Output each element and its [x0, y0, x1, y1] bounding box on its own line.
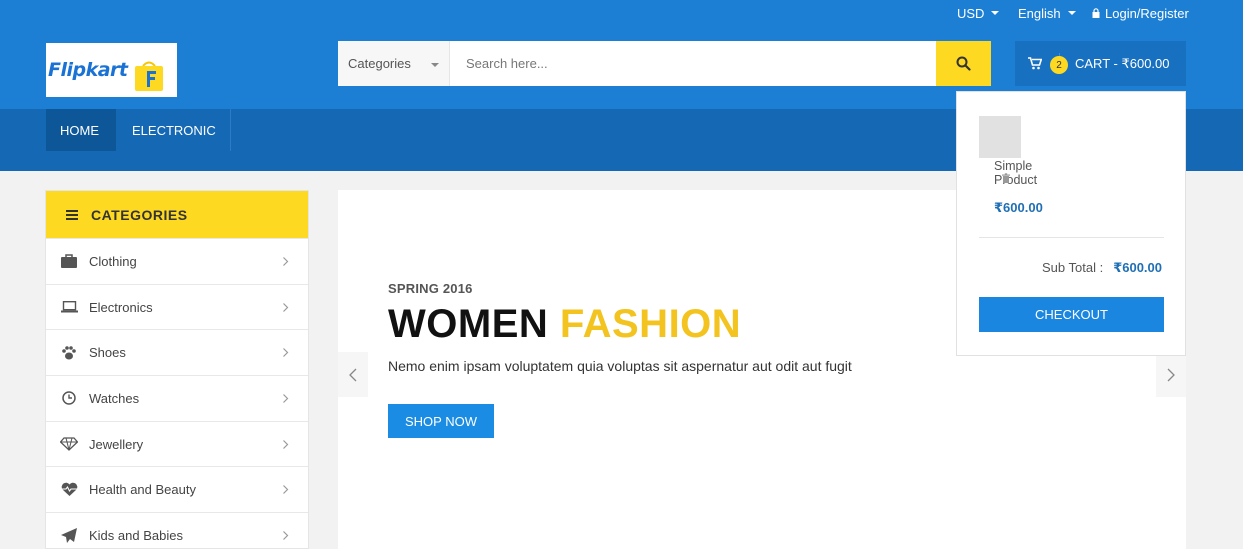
sidebar-item-shoes[interactable]: Shoes	[46, 329, 308, 375]
sidebar-item-label: Health and Beauty	[89, 482, 196, 498]
chevron-right-icon	[283, 394, 289, 403]
clock-icon	[60, 390, 78, 406]
chevron-left-icon	[349, 368, 357, 381]
subtotal-label: Sub Total :	[1041, 260, 1104, 275]
sidebar-item-jewellery[interactable]: Jewellery	[46, 420, 308, 467]
briefcase-icon	[60, 253, 78, 269]
sidebar-item-label: Jewellery	[89, 436, 144, 452]
sidebar-item-label: Shoes	[89, 345, 126, 361]
cart-dropdown: Simple Product ₹600.00 Sub Total : ₹600.0…	[956, 91, 1186, 356]
cart-subtotal: Sub Total : ₹600.00	[1042, 260, 1162, 276]
nav-item-home[interactable]: HOME	[46, 109, 116, 151]
paper-plane-icon	[60, 527, 78, 543]
product-thumbnail[interactable]	[979, 116, 1021, 158]
search-input[interactable]	[450, 41, 936, 86]
chevron-right-icon	[283, 348, 289, 358]
sidebar-item-label: Watches	[89, 390, 140, 406]
sidebar-item-watches[interactable]: Watches	[46, 375, 308, 421]
slide-eyebrow: SPRING 2016	[388, 281, 473, 296]
chevron-right-icon	[283, 302, 289, 312]
diamond-icon	[60, 436, 78, 452]
search-category-dropdown[interactable]: Categories	[338, 41, 450, 86]
chevron-right-icon	[283, 485, 289, 495]
lock-icon	[1092, 8, 1100, 18]
slider-next-button[interactable]	[1156, 352, 1186, 397]
language-selector[interactable]: English	[1018, 4, 1076, 22]
cart-icon	[1028, 57, 1042, 70]
cart-button[interactable]: 2 CART - ₹600.00	[1015, 41, 1186, 86]
categories-title: CATEGORIES	[91, 206, 188, 223]
category-sidebar: CATEGORIES Clothing Electronics Shoes Wa…	[45, 190, 309, 549]
chevron-down-icon	[991, 11, 1000, 15]
search-icon	[956, 56, 971, 71]
logo-text: Flipkart	[48, 59, 128, 81]
sidebar-item-health-and-beauty[interactable]: Health and Beauty	[46, 466, 308, 512]
shop-now-button[interactable]: SHOP NOW	[388, 404, 494, 438]
slide-title: WOMEN FASHION	[388, 302, 741, 347]
trash-icon[interactable]	[1001, 173, 1011, 183]
sidebar-item-kids-and-babies[interactable]: Kids and Babies	[46, 512, 308, 549]
slide-description: Nemo enim ipsam voluptatem quia voluptas…	[388, 358, 852, 374]
search-category-label: Categories	[348, 56, 411, 71]
currency-label: USD	[957, 5, 985, 21]
logo[interactable]: Flipkart	[46, 43, 177, 97]
subtotal-value: ₹600.00	[1113, 260, 1162, 275]
cart-product-price: ₹600.00	[994, 200, 1043, 215]
login-label: Login/Register	[1105, 5, 1189, 21]
sidebar-item-electronics[interactable]: Electronics	[46, 283, 308, 330]
sidebar-item-label: Clothing	[89, 253, 137, 269]
cart-count-badge: 2	[1050, 56, 1068, 74]
laptop-icon	[60, 299, 78, 315]
nav-item-electronic[interactable]: ELECTRONIC	[118, 109, 231, 151]
paw-icon	[60, 345, 78, 361]
divider	[979, 237, 1164, 238]
chevron-right-icon	[283, 531, 289, 541]
search-button[interactable]	[936, 41, 991, 86]
currency-selector[interactable]: USD	[957, 4, 1000, 22]
checkout-button[interactable]: CHECKOUT	[979, 297, 1164, 332]
heartbeat-icon	[60, 482, 78, 498]
slide-title-part-2: FASHION	[559, 302, 742, 346]
sidebar-item-clothing[interactable]: Clothing	[46, 238, 308, 284]
shopping-bag-icon	[135, 61, 163, 91]
slider-prev-button[interactable]	[338, 352, 368, 397]
sidebar-item-label: Electronics	[89, 299, 153, 315]
login-register-link[interactable]: Login/Register	[1092, 4, 1189, 22]
cart-label: CART - ₹600.00	[1075, 56, 1170, 71]
menu-icon	[66, 209, 78, 220]
slide-title-part-1: WOMEN	[388, 302, 549, 346]
chevron-right-icon	[1167, 368, 1175, 381]
chevron-right-icon	[283, 257, 289, 266]
sidebar-item-label: Kids and Babies	[89, 527, 183, 543]
language-label: English	[1018, 5, 1061, 21]
chevron-down-icon	[1067, 11, 1076, 15]
categories-header[interactable]: CATEGORIES	[46, 191, 308, 238]
chevron-right-icon	[283, 439, 289, 449]
search-bar: Categories	[338, 41, 991, 86]
chevron-down-icon	[431, 63, 439, 67]
